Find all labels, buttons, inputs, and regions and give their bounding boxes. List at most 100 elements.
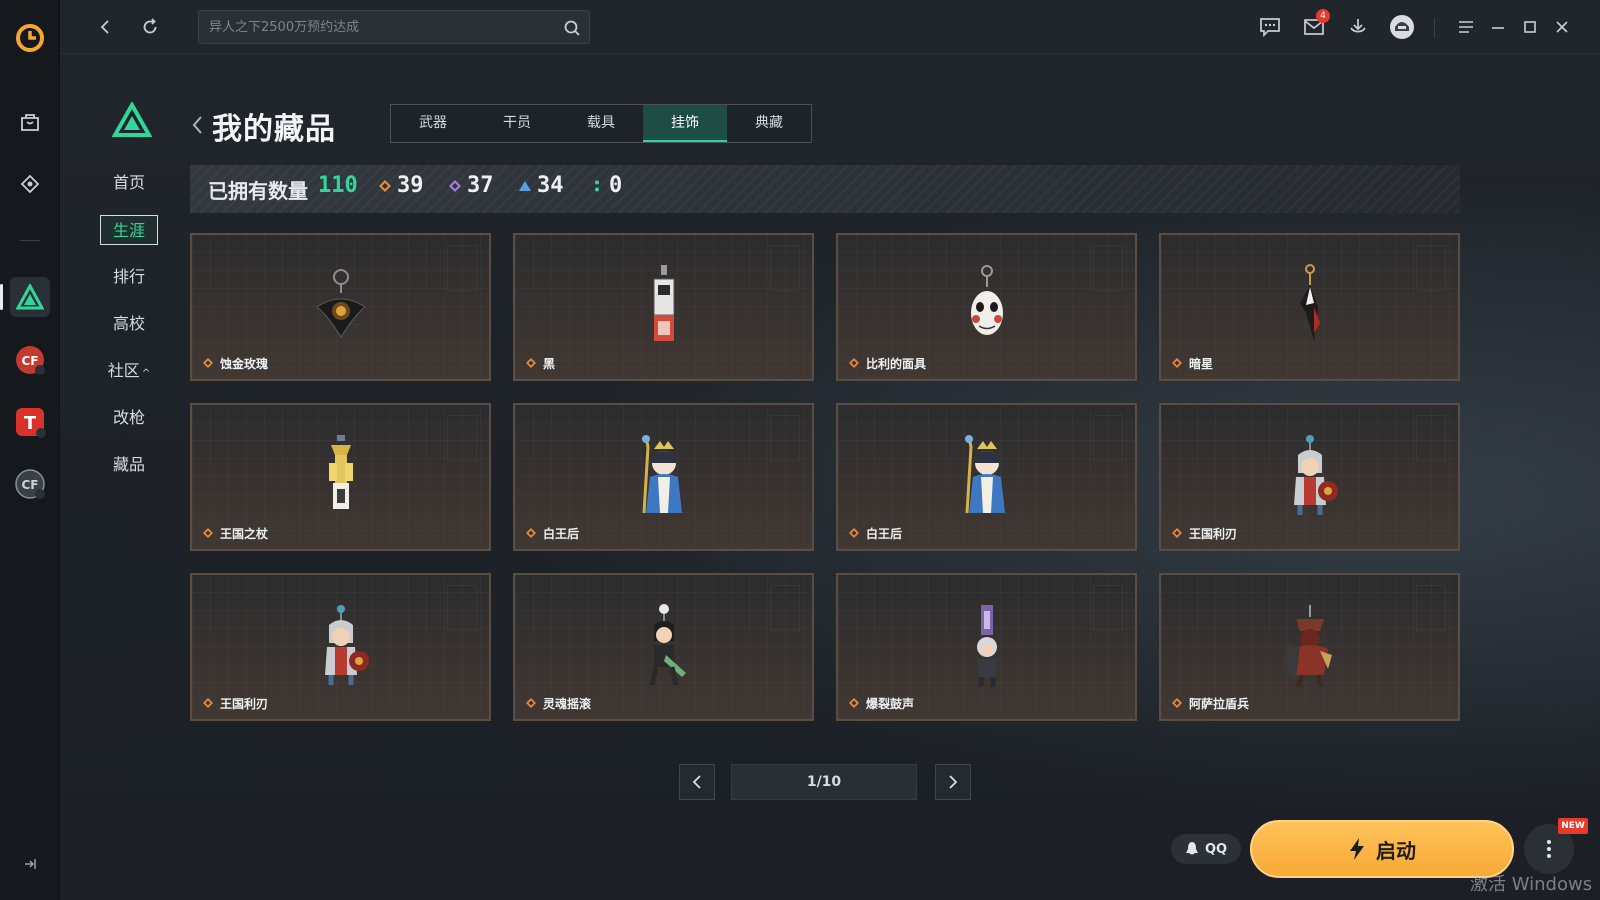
store-bag-icon[interactable] (10, 102, 50, 142)
tab-charms[interactable]: 挂饰 (643, 105, 727, 142)
prev-page-button[interactable] (679, 764, 715, 800)
t-game-icon[interactable]: T (10, 402, 50, 442)
card-name: 灵魂摇滚 (543, 697, 592, 711)
card-name: 黑 (543, 357, 556, 371)
card-pattern (1093, 415, 1123, 461)
chevron-left-icon (692, 775, 701, 789)
orange-rarity-icon (203, 698, 213, 708)
nav-item-campus[interactable]: 高校 (100, 309, 158, 339)
card-name: 白王后 (866, 527, 903, 541)
orange-rarity-icon (526, 698, 536, 708)
collection-card[interactable]: 王国利刃 (190, 573, 491, 721)
orange-rarity-icon (849, 358, 859, 368)
nav-item-gunsmith[interactable]: 改枪 (100, 403, 158, 433)
collection-card[interactable]: 灵魂摇滚 (513, 573, 814, 721)
mask-charm-icon (970, 265, 1003, 335)
stat-blue-value: 34 (537, 173, 564, 198)
app-logo-icon[interactable] (14, 22, 46, 54)
search-icon[interactable] (563, 19, 581, 37)
back-icon[interactable] (92, 13, 120, 41)
nav-item-ranking[interactable]: 排行 (100, 262, 158, 292)
card-name: 王国之杖 (220, 527, 269, 541)
drummer-charm-icon (976, 605, 997, 687)
nav-item-collection[interactable]: 藏品 (100, 450, 158, 480)
collection-card[interactable]: 白王后 (836, 403, 1137, 551)
orange-rarity-icon (1172, 528, 1182, 538)
card-pattern (447, 245, 477, 291)
user-avatar[interactable] (1388, 13, 1416, 41)
chevron-up-icon: ^ (141, 368, 151, 379)
collection-card[interactable]: 暗星 (1159, 233, 1460, 381)
menu-icon[interactable] (1452, 13, 1480, 41)
stat-purple-value: 37 (467, 173, 494, 198)
mail-icon[interactable]: 4 (1300, 9, 1330, 41)
tab-operators[interactable]: 干员 (475, 105, 559, 142)
cf-classic-game-icon[interactable]: CF (10, 464, 50, 504)
stat-blue: 34 (518, 173, 564, 198)
qq-label: QQ (1204, 841, 1228, 857)
collection-card[interactable]: 王国之杖 (190, 403, 491, 551)
orange-rarity-icon (526, 358, 536, 368)
chat-icon[interactable] (1256, 13, 1284, 41)
search-input[interactable] (209, 11, 549, 43)
more-vertical-icon (1547, 840, 1551, 858)
collection-card[interactable]: 比利的面具 (836, 233, 1137, 381)
cf-game-icon[interactable]: CF (10, 340, 50, 380)
orange-rarity-icon (849, 528, 859, 538)
card-name: 王国利刃 (220, 697, 269, 711)
card-name: 爆裂鼓声 (866, 697, 915, 711)
minimize-icon[interactable] (1484, 13, 1512, 41)
top-bar: 4 (60, 0, 1600, 54)
shield-soldier-charm-icon (1283, 605, 1332, 688)
tag-explore-icon[interactable] (10, 164, 50, 204)
card-pattern (1416, 245, 1446, 291)
card-pattern (447, 415, 477, 461)
collection-card[interactable]: 黑 (513, 233, 814, 381)
card-name: 王国利刃 (1189, 527, 1238, 541)
card-name: 暗星 (1189, 357, 1214, 371)
stat-green: 0 (590, 173, 622, 198)
topbar-divider (1434, 18, 1435, 38)
rail-separator (20, 240, 40, 241)
collection-card[interactable]: 蚀金玫瑰 (190, 233, 491, 381)
expand-sidebar-icon[interactable] (18, 852, 42, 876)
nav-item-community[interactable]: 社区 ^ (100, 356, 158, 386)
card-name: 白王后 (543, 527, 580, 541)
refresh-icon[interactable] (136, 13, 164, 41)
nav-item-career[interactable]: 生涯 (100, 215, 158, 245)
scepter-charm-icon (328, 435, 353, 509)
category-tabs: 武器 干员 载具 挂饰 典藏 (390, 104, 812, 143)
app-window: CF T CF 4 (0, 0, 1600, 900)
rose-charm-icon (315, 269, 366, 338)
download-icon[interactable] (1344, 13, 1372, 41)
collection-card[interactable]: 阿萨拉盾兵 (1159, 573, 1460, 721)
left-rail: CF T CF (0, 0, 60, 900)
launch-label: 启动 (1376, 838, 1416, 863)
nav-item-community-label: 社区 (107, 361, 140, 380)
next-page-button[interactable] (935, 764, 971, 800)
owned-count-label: 已拥有数量 (208, 179, 308, 203)
orange-rarity-icon (379, 179, 391, 192)
tab-weapons[interactable]: 武器 (391, 105, 475, 142)
card-pattern (1093, 585, 1123, 631)
close-icon[interactable] (1548, 13, 1576, 41)
collection-card[interactable]: 爆裂鼓声 (836, 573, 1137, 721)
tab-vehicles[interactable]: 载具 (559, 105, 643, 142)
delta-force-game-icon[interactable] (10, 277, 50, 317)
rail-active-indicator (0, 284, 3, 310)
orange-rarity-icon (203, 358, 213, 368)
maximize-icon[interactable] (1516, 13, 1544, 41)
orange-rarity-icon (1172, 358, 1182, 368)
chevron-right-icon (949, 775, 958, 789)
collection-card[interactable]: 王国利刃 (1159, 403, 1460, 551)
nav-item-home[interactable]: 首页 (100, 168, 158, 198)
dark-star-charm-icon (1299, 264, 1320, 341)
collection-card[interactable]: 白王后 (513, 403, 814, 551)
tag-charm-icon (653, 265, 674, 341)
qq-login-button[interactable]: QQ (1171, 834, 1241, 864)
tab-collector[interactable]: 典藏 (727, 105, 811, 142)
card-name: 阿萨拉盾兵 (1189, 697, 1250, 711)
stat-purple: 37 (448, 173, 494, 198)
page-back-icon[interactable] (190, 114, 204, 136)
windows-activation-watermark: 激活 Windows (1470, 874, 1593, 895)
